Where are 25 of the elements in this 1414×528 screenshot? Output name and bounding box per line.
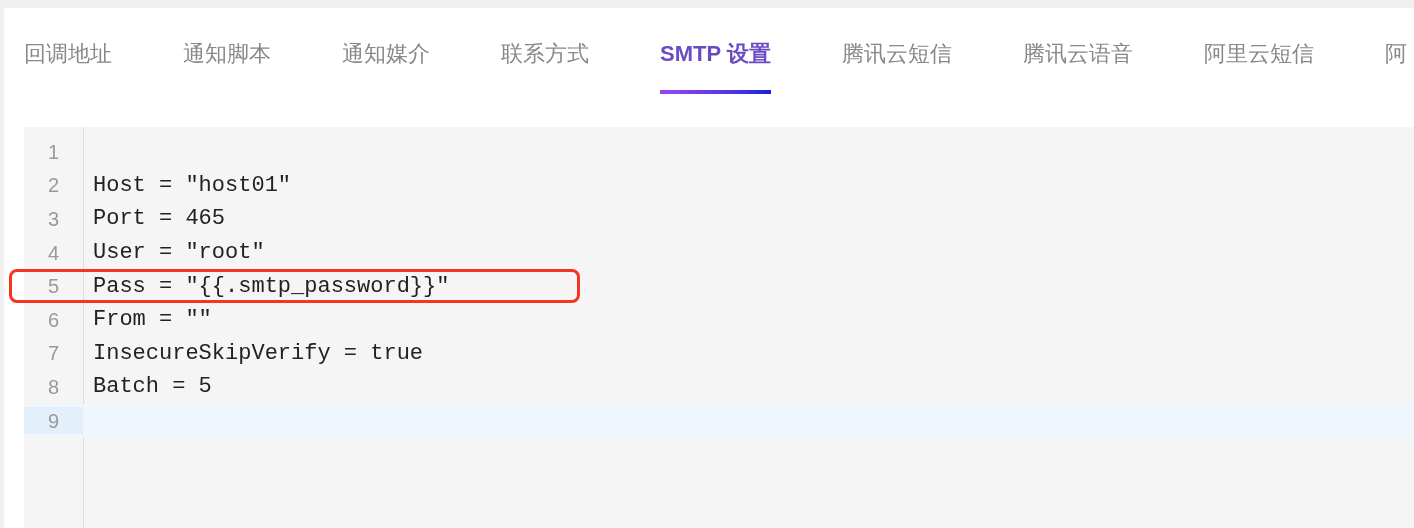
tab[interactable]: 回调地址 [24, 8, 112, 94]
tab[interactable]: 腾讯云语音 [1022, 8, 1133, 94]
tab[interactable]: 腾讯云短信 [841, 8, 952, 94]
line-number: 2 [46, 173, 60, 199]
line-number: 8 [46, 374, 60, 400]
tab[interactable]: 通知脚本 [183, 8, 271, 94]
tab[interactable]: SMTP 设置 [660, 8, 771, 94]
tab[interactable]: 阿 [1384, 8, 1407, 94]
code-line: From = "" [93, 306, 212, 335]
tab[interactable]: 通知媒介 [342, 8, 430, 94]
line-number: 3 [46, 207, 60, 232]
line-number: 5 [46, 274, 60, 300]
line-number: 1 [46, 139, 60, 165]
line-number: 7 [46, 341, 60, 367]
tab[interactable]: 阿里云短信 [1203, 8, 1314, 94]
code-line: Port = 465 [93, 205, 226, 234]
code-line: User = "root" [93, 239, 265, 268]
line-number: 6 [46, 307, 60, 333]
tab[interactable]: 联系方式 [501, 8, 589, 94]
code-line: Host = "host01" [93, 171, 292, 200]
line-number: 9 [24, 406, 83, 435]
code-line: Batch = 5 [93, 373, 212, 402]
line-number: 4 [46, 240, 60, 266]
code-line: Pass = "{{.smtp_password}}" [93, 272, 450, 301]
code-line: InsecureSkipVerify = true [93, 339, 424, 368]
